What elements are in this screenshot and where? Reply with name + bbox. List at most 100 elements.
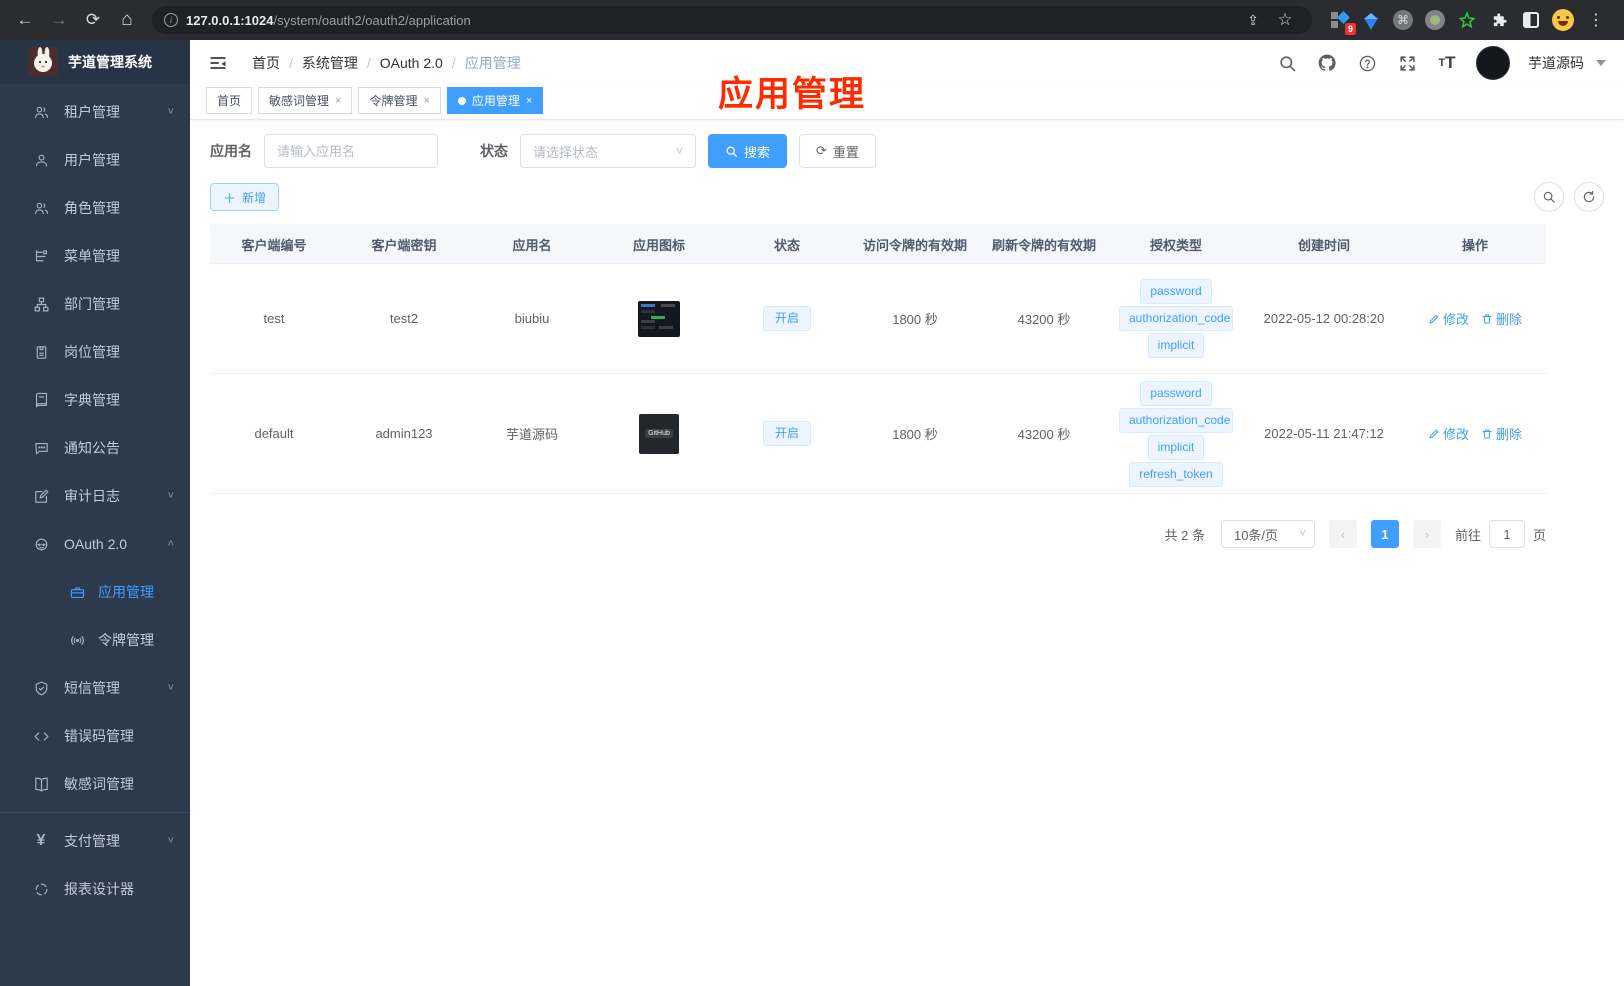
tree-list-icon xyxy=(32,247,50,265)
browser-menu-icon[interactable]: ⋮ xyxy=(1584,10,1608,30)
github-icon[interactable] xyxy=(1316,52,1338,74)
chevron-up-icon: ˄ xyxy=(167,538,174,550)
close-icon[interactable]: × xyxy=(335,95,341,107)
page-size-select[interactable]: 10条/页 ˅ xyxy=(1220,520,1315,548)
sidebar-item-audit-log[interactable]: 审计日志 ˅ xyxy=(0,472,190,520)
fullscreen-icon[interactable] xyxy=(1396,52,1418,74)
badge-icon xyxy=(32,343,50,361)
next-page-button[interactable]: › xyxy=(1412,520,1441,548)
search-button[interactable]: 搜索 xyxy=(708,134,788,168)
cell-secret: test2 xyxy=(389,311,419,326)
delete-button[interactable]: 删除 xyxy=(1481,309,1522,328)
yen-icon: ¥ xyxy=(36,832,46,849)
sidebar-collapse-icon[interactable] xyxy=(208,53,228,73)
close-icon[interactable]: × xyxy=(526,95,532,107)
table-row: default admin123 芋道源码 GitHub 开启 1800 秒 4… xyxy=(210,374,1546,494)
extension-kite-icon[interactable] xyxy=(1360,9,1382,31)
report-wheel-icon xyxy=(32,880,50,898)
browser-reload-button[interactable]: ⟳ xyxy=(78,5,108,35)
cell-secret: admin123 xyxy=(375,426,433,441)
page-number-button[interactable]: 1 xyxy=(1370,520,1399,548)
browser-forward-button[interactable]: → xyxy=(44,5,74,35)
user-menu-caret-icon[interactable] xyxy=(1596,60,1606,66)
help-icon[interactable] xyxy=(1356,52,1378,74)
status-badge[interactable]: 开启 xyxy=(762,306,811,331)
chevron-down-icon: ˅ xyxy=(675,144,683,158)
sidebar-item-payment[interactable]: ¥ 支付管理 ˅ xyxy=(0,817,190,865)
chevron-down-icon: ˅ xyxy=(167,682,174,694)
cell-app-name: biubiu xyxy=(514,311,550,326)
edit-button[interactable]: 修改 xyxy=(1428,424,1469,443)
sidebar-item-dict[interactable]: 字典管理 xyxy=(0,376,190,424)
app-name-input[interactable] xyxy=(264,134,438,168)
extensions-puzzle-icon[interactable] xyxy=(1488,9,1510,31)
extension-grid-icon[interactable]: 9 xyxy=(1328,9,1356,35)
app-logo-row[interactable]: 芋道管理系统 xyxy=(0,40,190,84)
sidebar-item-post[interactable]: 岗位管理 xyxy=(0,328,190,376)
shield-check-icon xyxy=(32,679,50,697)
breadcrumb-system[interactable]: 系统管理 xyxy=(302,53,358,73)
app-icon-dashboard-thumbnail xyxy=(638,300,680,337)
add-button[interactable]: ＋ 新增 xyxy=(210,183,280,211)
bookmark-star-icon[interactable]: ☆ xyxy=(1270,5,1300,35)
url-text: 127.0.0.1:1024/system/oauth2/oauth2/appl… xyxy=(186,12,471,28)
prev-page-button[interactable]: ‹ xyxy=(1328,520,1357,548)
extension-record-icon[interactable] xyxy=(1424,9,1446,31)
plus-icon: ＋ xyxy=(223,190,237,206)
browser-home-button[interactable]: ⌂ xyxy=(112,5,142,35)
address-bar[interactable]: i 127.0.0.1:1024/system/oauth2/oauth2/ap… xyxy=(152,6,1312,34)
sidebar-item-oauth-token[interactable]: 令牌管理 xyxy=(0,616,190,664)
sidebar-item-report-designer[interactable]: 报表设计器 xyxy=(0,865,190,913)
tab-sensitive-word[interactable]: 敏感词管理 × xyxy=(258,87,353,114)
extension-star-icon[interactable] xyxy=(1456,9,1478,31)
breadcrumb-oauth[interactable]: OAuth 2.0 xyxy=(380,55,443,71)
status-badge[interactable]: 开启 xyxy=(762,421,811,446)
site-info-icon[interactable]: i xyxy=(164,13,178,27)
chevron-down-icon: ˅ xyxy=(167,106,174,118)
user-avatar[interactable] xyxy=(1476,46,1510,80)
sidebar-item-menu[interactable]: 菜单管理 xyxy=(0,232,190,280)
tab-token[interactable]: 令牌管理 × xyxy=(358,87,441,114)
extension-badge: 9 xyxy=(1344,23,1356,35)
extension-command-icon[interactable]: ⌘ xyxy=(1392,9,1414,31)
sidebar-item-oauth-application[interactable]: 应用管理 xyxy=(0,568,190,616)
app-icon-github-dark: GitHub xyxy=(639,413,679,454)
sidebar-item-sensitive-word[interactable]: 敏感词管理 xyxy=(0,760,190,808)
font-size-icon[interactable]: TT xyxy=(1436,52,1458,74)
refresh-table-button[interactable] xyxy=(1574,182,1604,212)
sidebar-item-tenant[interactable]: 租户管理 ˅ xyxy=(0,88,190,136)
total-count: 共 2 条 xyxy=(1164,527,1205,543)
table-row: test test2 biubiu 开启 1800 秒 43200 秒 pass… xyxy=(210,264,1546,374)
sidebar-item-user[interactable]: 用户管理 xyxy=(0,136,190,184)
browser-back-button[interactable]: ← xyxy=(10,5,40,35)
split-view-icon[interactable] xyxy=(1520,9,1542,31)
delete-button[interactable]: 删除 xyxy=(1481,424,1522,443)
reset-button[interactable]: ⟳ 重置 xyxy=(799,134,876,168)
sidebar-item-errorcode[interactable]: 错误码管理 xyxy=(0,712,190,760)
sidebar-item-dept[interactable]: 部门管理 xyxy=(0,280,190,328)
close-icon[interactable]: × xyxy=(423,95,429,107)
toggle-search-button[interactable] xyxy=(1534,182,1564,212)
filter-form: 应用名 状态 请选择状态˅ 搜索 ⟳ 重置 xyxy=(210,134,1604,168)
sidebar-item-oauth2[interactable]: OAuth 2.0 ˄ xyxy=(0,520,190,568)
status-select[interactable]: 请选择状态 ˅ xyxy=(520,134,696,168)
roles-icon xyxy=(32,199,50,217)
sidebar-item-notice[interactable]: 通知公告 xyxy=(0,424,190,472)
robot-icon xyxy=(32,535,50,553)
goto-page-input[interactable] xyxy=(1488,520,1525,548)
tab-home[interactable]: 首页 xyxy=(206,87,253,114)
tab-application[interactable]: 应用管理 × xyxy=(446,87,544,114)
status-label: 状态 xyxy=(480,143,508,159)
grant-type-tags: password authorization_code implicit xyxy=(1112,279,1240,358)
applications-table: 客户端编号 客户端密钥 应用名 应用图标 状态 访问令牌的有效期 刷新令牌的有效… xyxy=(210,224,1546,494)
breadcrumb-home[interactable]: 首页 xyxy=(252,53,280,73)
edit-button[interactable]: 修改 xyxy=(1428,309,1469,328)
sidebar-item-sms[interactable]: 短信管理 ˅ xyxy=(0,664,190,712)
cell-access-ttl: 1800 秒 xyxy=(892,427,938,442)
user-icon xyxy=(32,151,50,169)
share-icon[interactable]: ⇪ xyxy=(1238,5,1268,35)
profile-avatar-icon[interactable] xyxy=(1552,9,1574,31)
search-icon[interactable] xyxy=(1276,52,1298,74)
sidebar-item-role[interactable]: 角色管理 xyxy=(0,184,190,232)
sidebar-menu: 租户管理 ˅ 用户管理 角色管理 菜单管理 部门管理 岗位管理 字典管理 通知公… xyxy=(0,84,190,986)
